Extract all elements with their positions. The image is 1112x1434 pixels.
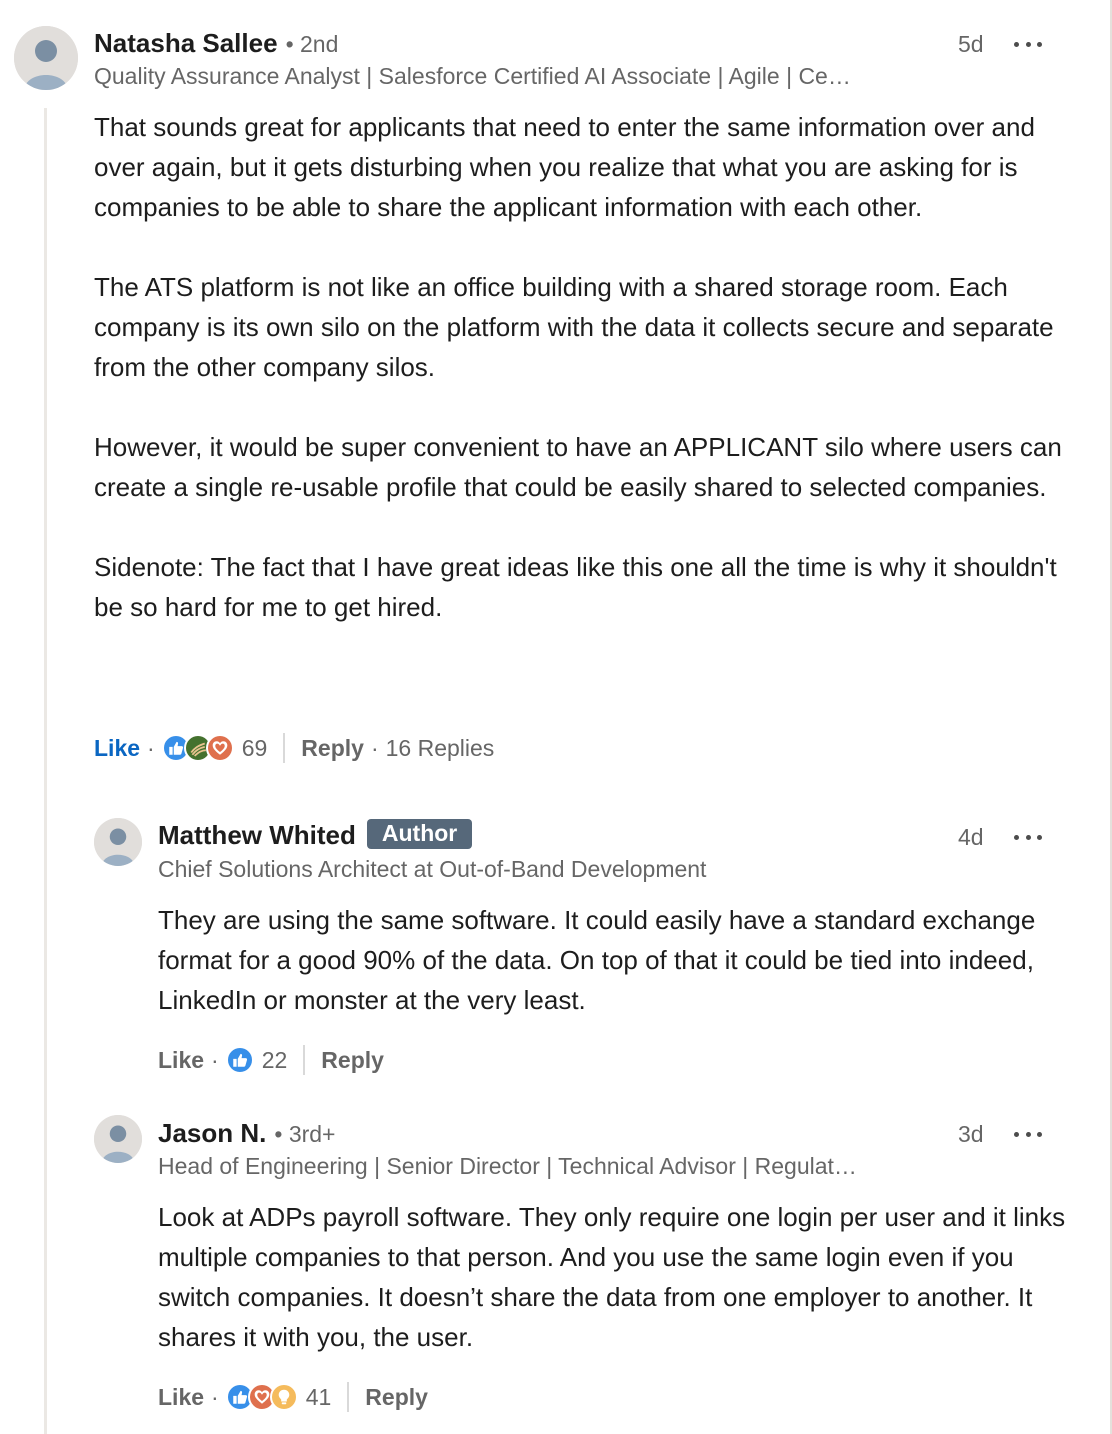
like-button[interactable]: Like	[158, 1047, 204, 1074]
avatar[interactable]	[94, 1115, 142, 1163]
action-divider	[347, 1382, 350, 1412]
comment-actions: Like · 69 Reply · 16 Replies	[94, 731, 494, 765]
comment-paragraph: Sidenote: The fact that I have great ide…	[94, 552, 1057, 622]
reply-button[interactable]: Reply	[301, 735, 364, 762]
more-options-icon[interactable]	[1014, 1124, 1042, 1144]
comment-timestamp: 5d	[958, 31, 984, 57]
separator-dot: ·	[211, 1046, 219, 1073]
avatar[interactable]	[94, 818, 142, 866]
reaction-count[interactable]: 41	[306, 1384, 332, 1411]
avatar[interactable]	[14, 26, 78, 90]
comment-paragraph: That sounds great for applicants that ne…	[94, 112, 1035, 222]
action-divider	[303, 1045, 306, 1075]
more-options-icon[interactable]	[1014, 827, 1042, 847]
comment-header: Natasha Sallee • 2nd	[94, 28, 338, 59]
separator-dot: ·	[370, 734, 379, 761]
commenter-headline: Quality Assurance Analyst | Salesforce C…	[94, 63, 851, 89]
person-icon	[14, 26, 78, 90]
replies-count-link[interactable]: 16 Replies	[386, 735, 495, 762]
more-options-icon[interactable]	[1014, 34, 1042, 54]
comment-paragraph: They are using the same software. It cou…	[158, 905, 1036, 1015]
reactions-summary[interactable]	[161, 734, 234, 762]
comment-body: They are using the same software. It cou…	[158, 900, 1063, 1020]
comment-timestamp: 3d	[958, 1121, 984, 1147]
person-icon	[94, 818, 142, 866]
action-divider	[283, 733, 286, 763]
comment-actions: Like · 41 Reply	[158, 1380, 428, 1414]
insightful-icon	[269, 1383, 298, 1411]
comment-timestamp: 4d	[958, 824, 984, 850]
connection-degree: • 3rd+	[274, 1121, 336, 1147]
comment-header: Jason N. • 3rd+	[158, 1118, 336, 1149]
comment-body: That sounds great for applicants that ne…	[94, 107, 1069, 627]
reply-thread-line	[44, 108, 47, 1434]
reply-button[interactable]: Reply	[365, 1384, 428, 1411]
author-badge: Author	[366, 819, 473, 849]
commenter-name[interactable]: Natasha Sallee	[94, 28, 278, 59]
reaction-count[interactable]: 69	[242, 735, 268, 762]
comment-actions: Like · 22 Reply	[158, 1043, 384, 1077]
commenter-name[interactable]: Jason N.	[158, 1118, 266, 1149]
commenter-headline: Chief Solutions Architect at Out-of-Band…	[158, 856, 707, 882]
like-icon	[225, 1046, 254, 1074]
like-button[interactable]: Like	[94, 735, 140, 762]
like-button[interactable]: Like	[158, 1384, 204, 1411]
person-icon	[94, 1115, 142, 1163]
commenter-headline: Head of Engineering | Senior Director | …	[158, 1153, 857, 1179]
separator-dot: ·	[147, 734, 155, 761]
separator-dot: ·	[211, 1383, 219, 1410]
comment-paragraph: The ATS platform is not like an office b…	[94, 272, 1054, 382]
connection-degree: • 2nd	[285, 31, 339, 57]
reactions-summary[interactable]	[225, 1046, 254, 1074]
comment-paragraph: However, it would be super convenient to…	[94, 432, 1062, 502]
comment-paragraph: Look at ADPs payroll software. They only…	[158, 1202, 1066, 1352]
reply-button[interactable]: Reply	[321, 1047, 384, 1074]
commenter-name[interactable]: Matthew Whited	[158, 820, 356, 851]
love-icon	[205, 734, 234, 762]
reaction-count[interactable]: 22	[262, 1047, 288, 1074]
comment-header: Matthew Whited Author	[158, 819, 473, 852]
comment-body: Look at ADPs payroll software. They only…	[158, 1197, 1068, 1357]
reactions-summary[interactable]	[225, 1383, 298, 1411]
